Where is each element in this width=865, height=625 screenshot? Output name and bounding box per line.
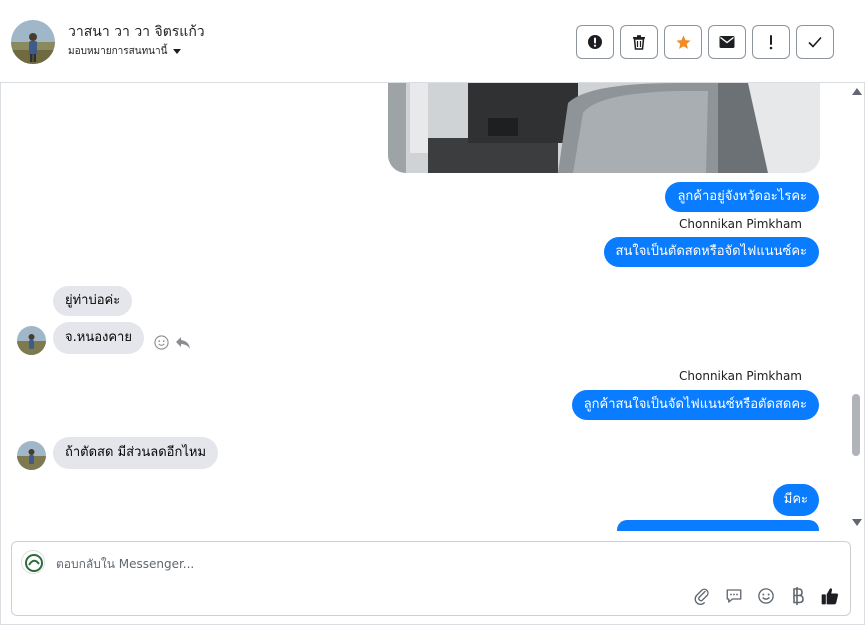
follow-up-button[interactable] xyxy=(752,25,790,59)
message-thread: ลูกค้าอยู่จังหวัดอะไรคะ Chonnikan Pimkha… xyxy=(0,83,848,531)
saved-replies-button[interactable] xyxy=(724,586,744,606)
outgoing-message[interactable]: ลูกค้าอยู่จังหวัดอะไรคะ xyxy=(665,182,819,212)
customer-avatar-small[interactable] xyxy=(17,326,46,355)
conversation-header: วาสนา วา วา จิตรแก้ว มอบหมายการสนทนานี้ xyxy=(0,0,865,83)
report-spam-button[interactable] xyxy=(576,25,614,59)
envelope-icon xyxy=(719,36,735,48)
outgoing-message[interactable]: ลูกค้าสนใจเป็นจัดไฟแนนซ์หรือตัดสดคะ xyxy=(571,390,819,420)
star-button[interactable] xyxy=(664,25,702,59)
reply-icon[interactable] xyxy=(175,336,191,350)
assign-label: มอบหมายการสนทนานี้ xyxy=(68,46,168,57)
saved-reply-icon xyxy=(726,589,742,603)
exclamation-circle-icon xyxy=(588,35,602,49)
delete-button[interactable] xyxy=(620,25,658,59)
customer-name[interactable]: วาสนา วา วา จิตรแก้ว xyxy=(68,21,205,43)
reply-input[interactable] xyxy=(56,554,756,574)
incoming-message[interactable]: ยู่ท่าบ่อค่ะ xyxy=(53,286,133,316)
outgoing-message-partial[interactable] xyxy=(617,520,819,531)
outgoing-message[interactable]: มีคะ xyxy=(772,484,819,516)
emoji-button[interactable] xyxy=(756,586,776,606)
scroll-down-arrow-icon[interactable] xyxy=(852,519,862,526)
scrollbar-thumb[interactable] xyxy=(852,394,860,456)
thumbs-up-icon xyxy=(821,588,838,605)
baht-icon xyxy=(793,587,804,605)
customer-avatar-small[interactable] xyxy=(17,441,46,470)
attach-button[interactable] xyxy=(692,586,712,606)
payment-button[interactable] xyxy=(788,586,808,606)
star-icon xyxy=(675,34,691,49)
message-tools xyxy=(154,335,191,350)
sender-name: Chonnikan Pimkham xyxy=(679,369,802,383)
shared-photo-car-interior[interactable] xyxy=(388,83,820,173)
mark-unread-button[interactable] xyxy=(708,25,746,59)
trash-icon xyxy=(633,35,645,50)
assign-conversation-dropdown[interactable]: มอบหมายการสนทนานี้ xyxy=(68,44,182,59)
caret-down-icon xyxy=(173,49,182,54)
check-icon xyxy=(808,36,822,48)
like-button[interactable] xyxy=(820,586,840,606)
mark-done-button[interactable] xyxy=(796,25,834,59)
incoming-message[interactable]: จ.หนองคาย xyxy=(53,322,144,354)
customer-avatar[interactable] xyxy=(11,20,55,64)
composer-tools xyxy=(692,586,840,606)
outgoing-message[interactable]: สนใจเป็นตัดสดหรือจัดไฟแนนซ์คะ xyxy=(603,237,819,267)
emoji-icon xyxy=(758,588,774,604)
paperclip-icon xyxy=(694,588,709,605)
exclamation-icon xyxy=(769,35,773,50)
header-actions xyxy=(576,25,834,59)
scroll-up-arrow-icon[interactable] xyxy=(852,88,862,95)
sender-name: Chonnikan Pimkham xyxy=(679,217,802,231)
react-emoji-icon[interactable] xyxy=(154,335,169,350)
reply-composer xyxy=(11,541,851,616)
thread-scrollbar[interactable] xyxy=(850,83,862,531)
incoming-message[interactable]: ถ้าตัดสด มีส่วนลดอีกไหม xyxy=(53,437,219,469)
page-logo-avatar xyxy=(21,550,45,574)
